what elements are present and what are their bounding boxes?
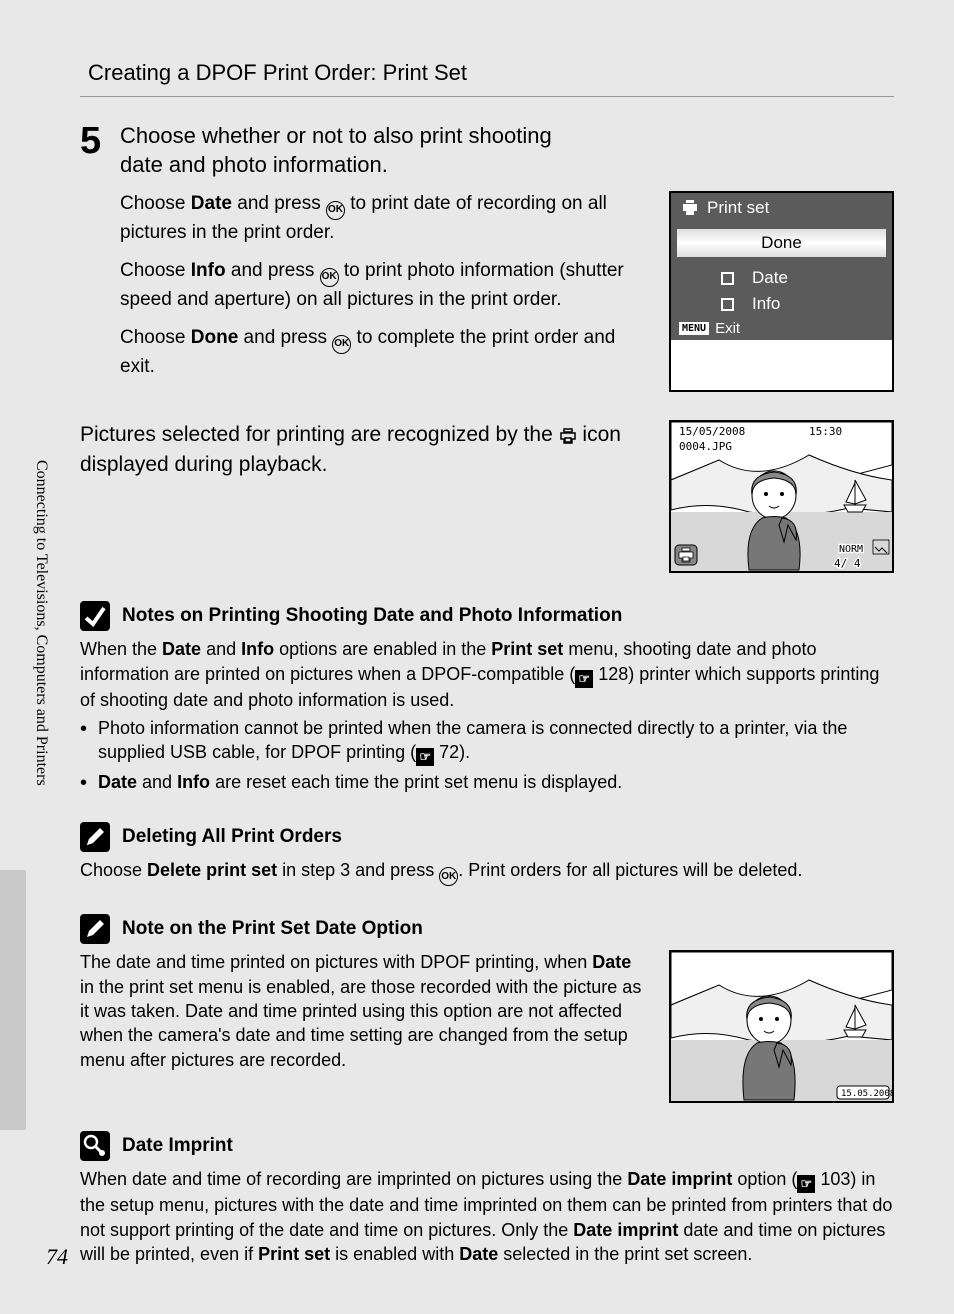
note-para: When the Date and Info options are enabl… (80, 637, 894, 711)
page-ref-icon: ☞ (797, 1175, 815, 1193)
page-ref-icon: ☞ (575, 670, 593, 688)
screen-option-info[interactable]: Info (671, 291, 892, 317)
step-heading: Choose whether or not to also print shoo… (120, 122, 590, 179)
ok-icon: OK (320, 268, 339, 287)
menu-badge-icon: MENU (679, 322, 709, 335)
screen-option-done[interactable]: Done (677, 229, 886, 257)
svg-text:NORM: NORM (839, 544, 863, 555)
section-sidebar-label: Connecting to Televisions, Computers and… (32, 460, 50, 786)
screen-title: Print set (707, 198, 769, 218)
note-title: Notes on Printing Shooting Date and Phot… (122, 605, 622, 627)
svg-text:4/ 4: 4/ 4 (834, 557, 861, 570)
step-para-2: Choose Info and press OK to print photo … (120, 258, 644, 313)
section-tab (0, 870, 26, 1130)
print-marker-icon (559, 423, 577, 446)
note-list-item: Date and Info are reset each time the pr… (80, 770, 894, 794)
printer-icon (681, 198, 699, 218)
screen-option-date[interactable]: Date (671, 265, 892, 291)
note-title: Date Imprint (122, 1135, 233, 1157)
screen-footer[interactable]: MENU Exit (671, 317, 892, 340)
pencil-icon (80, 914, 110, 944)
svg-text:15:30: 15:30 (809, 425, 842, 438)
print-set-screen: Print set Done Date Info (669, 191, 894, 392)
ok-icon: OK (439, 867, 458, 886)
playback-preview: 15/05/2008 15:30 0004.JPG NORM 4/ 4 (669, 420, 894, 573)
date-imprint-preview: 15.05.2008 (669, 950, 894, 1103)
note-title: Note on the Print Set Date Option (122, 918, 423, 940)
divider (80, 96, 894, 97)
step-para-3: Choose Done and press OK to complete the… (120, 325, 644, 380)
pencil-icon (80, 822, 110, 852)
step-para-1: Choose Date and press OK to print date o… (120, 191, 644, 246)
note-list-item: Photo information cannot be printed when… (80, 716, 894, 766)
recognized-text: Pictures selected for printing are recog… (80, 420, 644, 479)
svg-text:15/05/2008: 15/05/2008 (679, 425, 745, 438)
note-title: Deleting All Print Orders (122, 826, 342, 848)
svg-text:0004.JPG: 0004.JPG (679, 440, 732, 453)
page-ref-icon: ☞ (416, 748, 434, 766)
checkbox-icon (721, 298, 734, 311)
info-icon (80, 1131, 110, 1161)
note-para: When date and time of recording are impr… (80, 1167, 894, 1266)
caution-icon (80, 601, 110, 631)
svg-text:15.05.2008: 15.05.2008 (841, 1089, 894, 1099)
step-number: 5 (80, 122, 120, 392)
ok-icon: OK (332, 335, 351, 354)
page-number: 74 (46, 1244, 68, 1270)
page-title: Creating a DPOF Print Order: Print Set (88, 60, 894, 86)
checkbox-icon (721, 272, 734, 285)
note-para: Choose Delete print set in step 3 and pr… (80, 858, 894, 886)
ok-icon: OK (326, 201, 345, 220)
note-para: The date and time printed on pictures wi… (80, 950, 649, 1071)
